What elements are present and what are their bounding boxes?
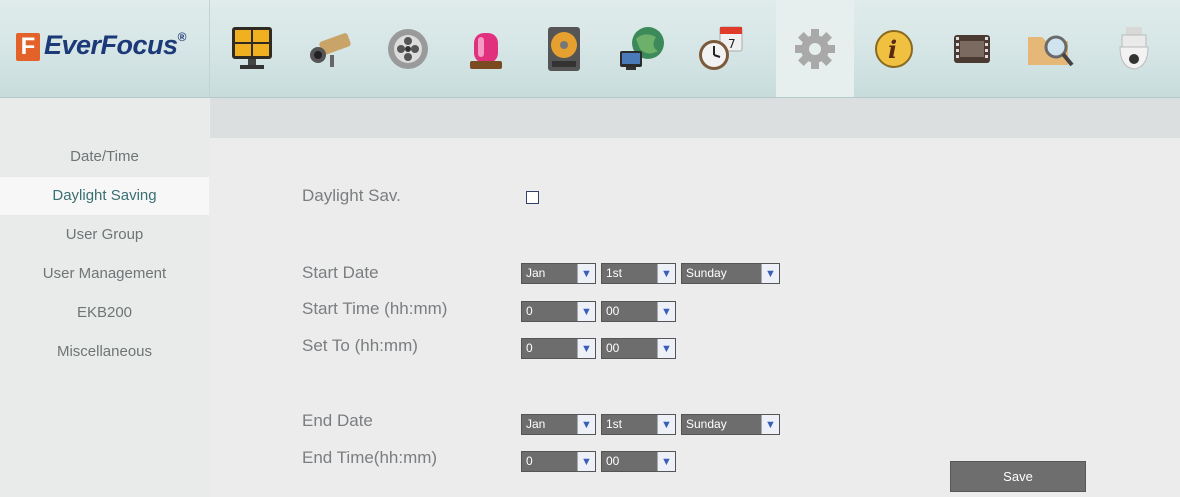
network-globe-icon xyxy=(620,26,664,70)
gear-icon xyxy=(795,28,835,69)
chevron-down-icon: ▼ xyxy=(657,339,675,358)
network-button[interactable] xyxy=(603,0,681,97)
start-time-label: Start Time (hh:mm) xyxy=(302,299,448,318)
live-view-button[interactable] xyxy=(213,0,291,97)
chevron-down-icon: ▼ xyxy=(657,415,675,434)
camera-icon xyxy=(310,32,351,67)
chevron-down-icon: ▼ xyxy=(577,302,595,321)
start-month-value: Jan xyxy=(526,266,546,280)
sidebar-item-miscellaneous[interactable]: Miscellaneous xyxy=(0,333,209,371)
end-month-value: Jan xyxy=(526,417,546,431)
chevron-down-icon: ▼ xyxy=(577,339,595,358)
svg-text:7: 7 xyxy=(728,37,736,51)
end-day-value: Sunday xyxy=(686,417,727,431)
set-to-hour-select[interactable]: 0 ▼ xyxy=(521,338,596,359)
camera-button[interactable] xyxy=(291,0,369,97)
end-minute-select[interactable]: 00 ▼ xyxy=(601,451,676,472)
info-button[interactable]: i xyxy=(855,0,933,97)
sidebar-item-user-group[interactable]: User Group xyxy=(0,216,209,254)
storage-button[interactable] xyxy=(525,0,603,97)
sub-header-bar xyxy=(210,98,1180,138)
end-week-value: 1st xyxy=(606,417,623,431)
ptz-button[interactable] xyxy=(1095,0,1173,97)
logo-mark: F xyxy=(16,33,40,61)
search-folder-icon xyxy=(1028,35,1074,66)
start-day-value: Sunday xyxy=(686,266,727,280)
set-to-minute-select[interactable]: 00 ▼ xyxy=(601,338,676,359)
svg-text:i: i xyxy=(888,35,897,64)
end-date-label: End Date xyxy=(302,411,373,430)
monitor-grid-icon xyxy=(232,26,272,69)
schedule-button[interactable]: 7 xyxy=(681,0,759,97)
sidebar-item-daylight-saving[interactable]: Daylight Saving xyxy=(0,177,209,215)
end-hour-select[interactable]: 0 ▼ xyxy=(521,451,596,472)
start-day-select[interactable]: Sunday ▼ xyxy=(681,263,780,284)
alarm-button[interactable] xyxy=(447,0,525,97)
sidebar-item-user-management[interactable]: User Management xyxy=(0,255,209,293)
film-reel-icon xyxy=(388,28,428,69)
alarm-light-icon xyxy=(470,32,502,69)
chevron-down-icon: ▼ xyxy=(761,264,779,283)
brand-reg: ® xyxy=(177,30,187,44)
system-settings-button[interactable] xyxy=(776,0,854,97)
end-week-select[interactable]: 1st ▼ xyxy=(601,414,676,435)
sidebar: Date/Time Daylight Saving User Group Use… xyxy=(0,98,209,497)
chevron-down-icon: ▼ xyxy=(657,264,675,283)
start-week-select[interactable]: 1st ▼ xyxy=(601,263,676,284)
hard-disk-icon xyxy=(548,26,580,71)
schedule-clock-icon: 7 xyxy=(699,26,743,70)
end-minute-value: 00 xyxy=(606,454,620,468)
start-hour-value: 0 xyxy=(526,304,533,318)
chevron-down-icon: ▼ xyxy=(577,452,595,471)
start-minute-select[interactable]: 00 ▼ xyxy=(601,301,676,322)
start-minute-value: 00 xyxy=(606,304,620,318)
sidebar-item-ekb200[interactable]: EKB200 xyxy=(0,294,209,332)
top-toolbar: F EverFocus® 7 i xyxy=(0,0,1180,98)
video-export-button[interactable] xyxy=(933,0,1011,97)
end-hour-value: 0 xyxy=(526,454,533,468)
save-button[interactable]: Save xyxy=(950,461,1086,492)
set-to-minute-value: 00 xyxy=(606,341,620,355)
end-time-label: End Time(hh:mm) xyxy=(302,448,438,467)
start-week-value: 1st xyxy=(606,266,623,280)
logo-text: EverFocus® xyxy=(44,30,186,61)
start-hour-select[interactable]: 0 ▼ xyxy=(521,301,596,322)
brand-name: EverFocus xyxy=(44,30,178,60)
set-to-label: Set To (hh:mm) xyxy=(302,336,418,355)
sidebar-item-date-time[interactable]: Date/Time xyxy=(0,138,209,176)
start-month-select[interactable]: Jan ▼ xyxy=(521,263,596,284)
chevron-down-icon: ▼ xyxy=(657,302,675,321)
logo: F EverFocus® xyxy=(0,0,210,97)
search-button[interactable] xyxy=(1011,0,1089,97)
playback-button[interactable] xyxy=(369,0,447,97)
chevron-down-icon: ▼ xyxy=(577,415,595,434)
end-month-select[interactable]: Jan ▼ xyxy=(521,414,596,435)
chevron-down-icon: ▼ xyxy=(577,264,595,283)
daylight-saving-label: Daylight Sav. xyxy=(302,186,401,205)
set-to-hour-value: 0 xyxy=(526,341,533,355)
chevron-down-icon: ▼ xyxy=(657,452,675,471)
daylight-saving-checkbox[interactable] xyxy=(526,191,539,204)
info-icon: i xyxy=(875,29,913,68)
start-date-label: Start Date xyxy=(302,263,379,282)
ptz-dome-icon xyxy=(1119,26,1149,70)
chevron-down-icon: ▼ xyxy=(761,415,779,434)
end-day-select[interactable]: Sunday ▼ xyxy=(681,414,780,435)
video-strip-icon xyxy=(954,34,990,63)
